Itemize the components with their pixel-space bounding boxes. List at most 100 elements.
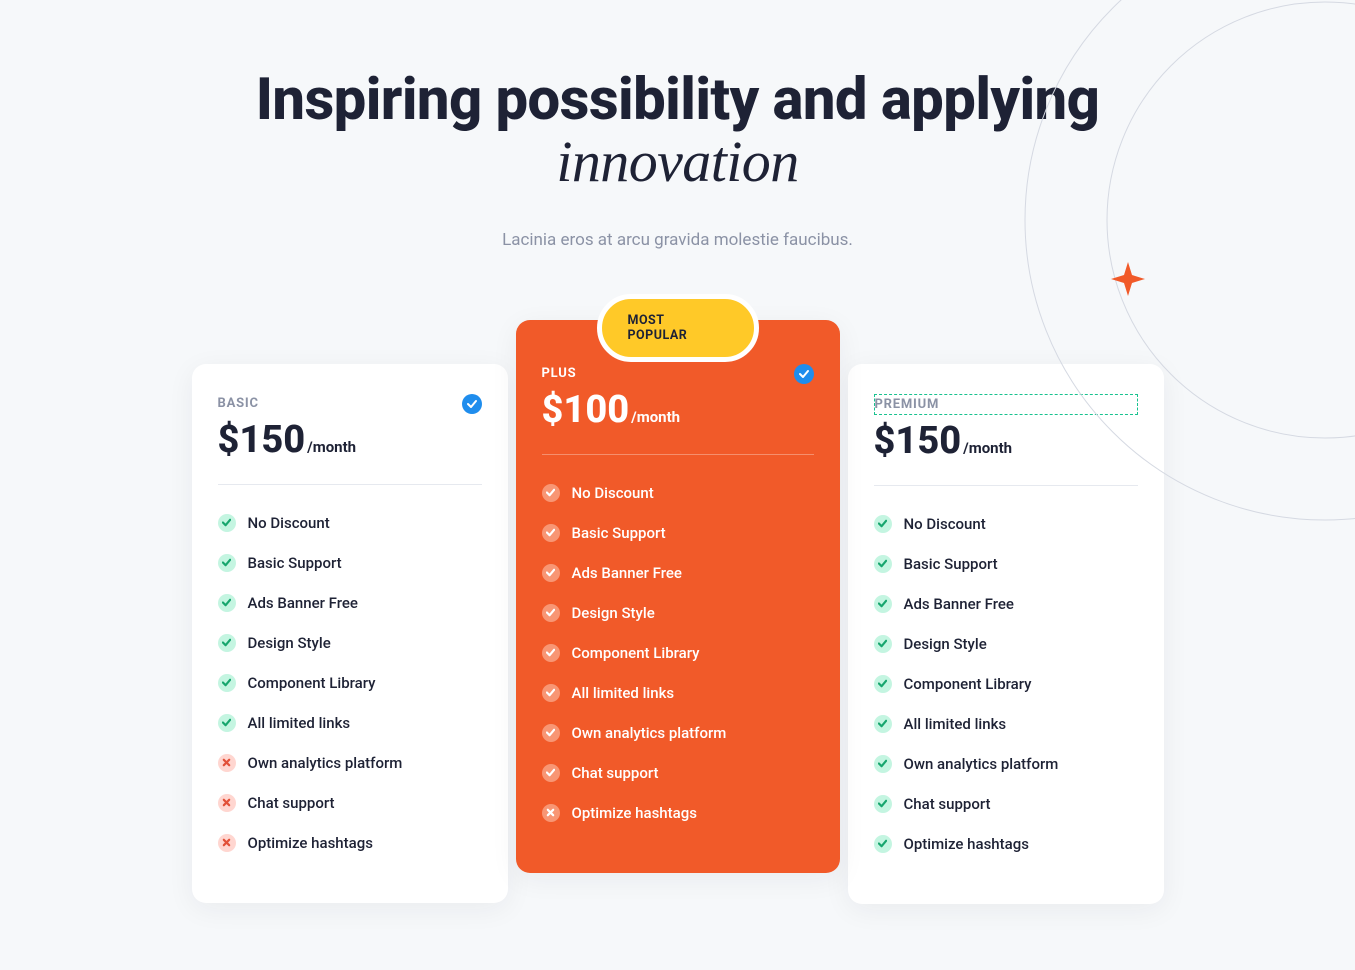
feature-label: All limited links: [248, 714, 351, 732]
check-icon: [874, 715, 892, 733]
list-item: Basic Support: [542, 513, 814, 553]
check-icon: [874, 555, 892, 573]
divider: [542, 454, 814, 455]
plan-price-basic: $150 /month: [218, 418, 482, 462]
check-icon: [218, 554, 236, 572]
feature-label: Basic Support: [904, 555, 998, 573]
check-icon: [542, 564, 560, 582]
plan-card-plus: MOST POPULAR PLUS $100 /month No Discoun…: [516, 320, 840, 873]
feature-label: Own analytics platform: [904, 755, 1059, 773]
feature-label: Design Style: [572, 604, 655, 622]
x-icon: [218, 754, 236, 772]
list-item: Own analytics platform: [542, 713, 814, 753]
title-text: Inspiring possibility and applying: [256, 66, 1100, 134]
price-period: /month: [307, 438, 356, 456]
list-item: Component Library: [874, 664, 1138, 704]
plan-price-premium: $150 /month: [874, 419, 1138, 463]
feature-label: Chat support: [572, 764, 659, 782]
x-icon: [218, 834, 236, 852]
plan-card-premium: PREMIUM $150 /month No Discount Basic Su…: [848, 364, 1164, 904]
page-subtitle: Lacinia eros at arcu gravida molestie fa…: [178, 230, 1178, 250]
feature-label: Own analytics platform: [572, 724, 727, 742]
check-icon: [874, 515, 892, 533]
check-icon: [218, 674, 236, 692]
list-item: Design Style: [542, 593, 814, 633]
feature-label: Component Library: [904, 675, 1032, 693]
list-item: All limited links: [542, 673, 814, 713]
list-item: Basic Support: [874, 544, 1138, 584]
plan-name-basic: BASIC: [218, 396, 259, 411]
pricing-plans: BASIC $150 /month No Discount Basic Supp…: [178, 320, 1178, 904]
list-item: Ads Banner Free: [542, 553, 814, 593]
feature-label: Design Style: [904, 635, 987, 653]
list-item: Own analytics platform: [874, 744, 1138, 784]
list-item: Basic Support: [218, 543, 482, 583]
check-icon: [542, 484, 560, 502]
feature-label: Component Library: [572, 644, 700, 662]
x-icon: [218, 794, 236, 812]
check-icon: [218, 514, 236, 532]
list-item: Optimize hashtags: [218, 823, 482, 863]
check-icon: [542, 604, 560, 622]
plan-name-plus: PLUS: [542, 366, 577, 381]
divider: [874, 485, 1138, 486]
list-item: Own analytics platform: [218, 743, 482, 783]
check-icon: [874, 635, 892, 653]
feature-label: Design Style: [248, 634, 331, 652]
plan-card-basic: BASIC $150 /month No Discount Basic Supp…: [192, 364, 508, 903]
feature-label: Basic Support: [248, 554, 342, 572]
divider: [218, 484, 482, 485]
list-item: Component Library: [542, 633, 814, 673]
price-amount: $150: [218, 418, 306, 462]
check-icon: [542, 724, 560, 742]
plan-name-premium: PREMIUM: [874, 394, 1138, 415]
list-item: Chat support: [542, 753, 814, 793]
feature-label: Chat support: [904, 795, 991, 813]
feature-label: No Discount: [904, 515, 986, 533]
check-icon: [874, 675, 892, 693]
check-icon: [542, 684, 560, 702]
list-item: Chat support: [218, 783, 482, 823]
feature-label: Basic Support: [572, 524, 666, 542]
list-item: No Discount: [218, 503, 482, 543]
hero-section: Inspiring possibility and applying innov…: [178, 70, 1178, 250]
price-amount: $150: [874, 419, 962, 463]
check-icon: [218, 594, 236, 612]
feature-label: No Discount: [248, 514, 330, 532]
list-item: Ads Banner Free: [218, 583, 482, 623]
check-icon: [542, 764, 560, 782]
x-icon: [542, 804, 560, 822]
price-period: /month: [963, 439, 1012, 457]
list-item: No Discount: [874, 504, 1138, 544]
title-emphasis: innovation: [556, 129, 798, 194]
list-item: No Discount: [542, 473, 814, 513]
list-item: All limited links: [874, 704, 1138, 744]
plan-price-plus: $100 /month: [542, 388, 814, 432]
feature-label: No Discount: [572, 484, 654, 502]
feature-label: Ads Banner Free: [572, 564, 682, 582]
feature-label: Component Library: [248, 674, 376, 692]
list-item: Component Library: [218, 663, 482, 703]
check-icon: [542, 644, 560, 662]
page-title: Inspiring possibility and applying innov…: [178, 70, 1178, 194]
check-icon: [874, 835, 892, 853]
list-item: All limited links: [218, 703, 482, 743]
feature-label: Ads Banner Free: [904, 595, 1014, 613]
feature-list-premium: No Discount Basic Support Ads Banner Fre…: [874, 504, 1138, 864]
list-item: Design Style: [874, 624, 1138, 664]
check-icon: [218, 634, 236, 652]
feature-label: Own analytics platform: [248, 754, 403, 772]
feature-label: Optimize hashtags: [248, 834, 373, 852]
check-icon: [874, 755, 892, 773]
check-icon: [542, 524, 560, 542]
feature-label: Optimize hashtags: [572, 804, 697, 822]
price-period: /month: [631, 408, 680, 426]
check-icon: [874, 595, 892, 613]
list-item: Design Style: [218, 623, 482, 663]
check-icon: [874, 795, 892, 813]
feature-list-basic: No Discount Basic Support Ads Banner Fre…: [218, 503, 482, 863]
check-icon: [218, 714, 236, 732]
list-item: Optimize hashtags: [874, 824, 1138, 864]
price-amount: $100: [542, 388, 630, 432]
check-badge-icon: [794, 364, 814, 384]
